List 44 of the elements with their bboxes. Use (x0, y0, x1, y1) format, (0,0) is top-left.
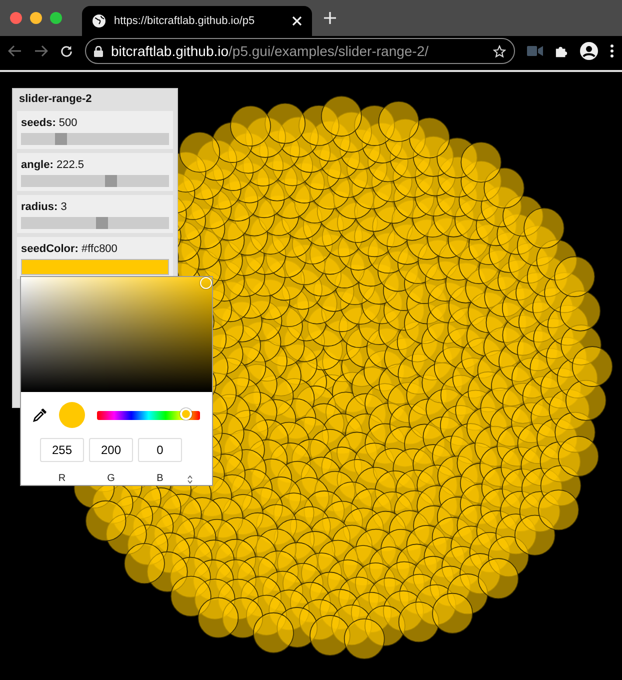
camera-icon[interactable] (527, 46, 543, 56)
close-window-dot[interactable] (10, 12, 22, 24)
color-swatch[interactable] (21, 259, 169, 275)
url-text: bitcraftlab.github.io/p5.gui/examples/slider-range-2/ (111, 43, 430, 59)
toggle-arrows-icon[interactable] (187, 475, 193, 484)
minimize-window-dot[interactable] (30, 12, 42, 24)
lock-icon (94, 46, 103, 56)
control-label: seeds: 500 (21, 117, 78, 129)
control-label: radius: 3 (21, 201, 68, 213)
close-icon[interactable] (292, 16, 302, 26)
menu-icon[interactable] (610, 44, 614, 58)
eyedropper-icon[interactable] (33, 408, 47, 422)
panel-title: slider-range-2 (18, 92, 93, 107)
back-icon[interactable] (8, 45, 22, 57)
channel-input[interactable]: 200 (89, 438, 133, 462)
zoom-window-dot[interactable] (50, 12, 62, 24)
globe-icon (92, 14, 106, 28)
control-label: seedColor: #ffc800 (21, 243, 118, 255)
slider[interactable] (21, 217, 169, 229)
slider[interactable] (21, 133, 169, 145)
browser-tab[interactable]: https://bitcraftlab.github.io/p5 (82, 6, 312, 36)
slider[interactable] (21, 175, 169, 187)
forward-icon[interactable] (34, 45, 48, 57)
saturation-area[interactable] (21, 277, 212, 392)
reload-icon[interactable] (60, 44, 73, 58)
puzzle-icon[interactable] (555, 44, 568, 58)
channel-label: G (106, 472, 116, 484)
channel-input[interactable]: 0 (138, 438, 182, 462)
hue-thumb[interactable] (180, 408, 192, 420)
channel-label: R (57, 472, 67, 484)
slider-thumb[interactable] (54, 133, 67, 145)
control-label: angle: 222.5 (21, 159, 85, 171)
channel-label: B (156, 472, 164, 484)
new-tab-icon[interactable] (324, 12, 336, 24)
channel-input[interactable]: 255 (40, 438, 84, 462)
picker-handle[interactable] (200, 277, 212, 289)
tab-title: https://bitcraftlab.github.io/p5 (114, 15, 256, 27)
profile-icon[interactable] (580, 42, 598, 60)
address-bar[interactable]: bitcraftlab.github.io/p5.gui/examples/slider-range-2/ (85, 38, 515, 64)
slider-thumb[interactable] (105, 175, 118, 187)
hue-slider[interactable] (97, 410, 200, 420)
slider-thumb[interactable] (96, 217, 108, 229)
star-icon[interactable] (493, 44, 506, 58)
color-preview (59, 402, 85, 428)
